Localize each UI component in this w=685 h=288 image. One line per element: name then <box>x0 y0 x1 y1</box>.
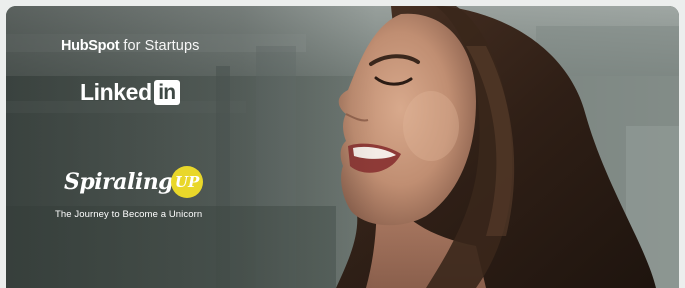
spiraling-up-logo: Spiraling UP <box>64 166 204 198</box>
linkedin-logo: Linked in <box>80 79 180 106</box>
linkedin-word: Linked <box>80 79 152 105</box>
tagline: The Journey to Become a Unicorn <box>55 209 203 220</box>
hubspot-for-startups-logo: HubSpot for Startups <box>61 38 199 54</box>
hubspot-suffix: for Startups <box>123 38 200 54</box>
banner-card[interactable]: HubSpot for Startups Linked in Spiraling UP… <box>6 6 679 288</box>
spiraling-word: Spiraling <box>64 169 174 195</box>
up-badge: UP <box>171 166 204 198</box>
hubspot-name: HubSpot <box>61 38 120 54</box>
linkedin-in-box: in <box>153 80 180 105</box>
